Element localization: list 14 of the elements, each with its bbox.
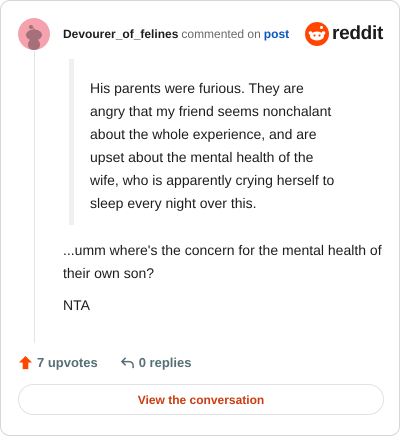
quote-text: His parents were furious. They are angry that my friend seems nonchalant about the whole experience, and are upset about the mental health of the wife, who is apparently crying herself to sleep every night over this. — [69, 59, 340, 225]
reply-icon[interactable] — [120, 355, 135, 370]
avatar-icon — [18, 18, 50, 50]
upvote-icon[interactable] — [18, 355, 33, 370]
comment-text: NTA — [63, 296, 91, 315]
brand-name: reddit — [332, 23, 383, 45]
reply-count: 0 replies — [138, 355, 192, 370]
post-link[interactable]: post — [264, 27, 290, 41]
view-conversation-button[interactable]: View the conversation — [18, 384, 384, 415]
alien-logo-icon — [305, 22, 330, 46]
username[interactable]: Devourer_of_felines — [63, 27, 178, 41]
action-text: commented on — [181, 27, 261, 41]
upvote-count: 7 upvotes — [37, 355, 98, 370]
comment-text: ...umm where's the concern for the mental health of their own son? — [63, 241, 383, 283]
